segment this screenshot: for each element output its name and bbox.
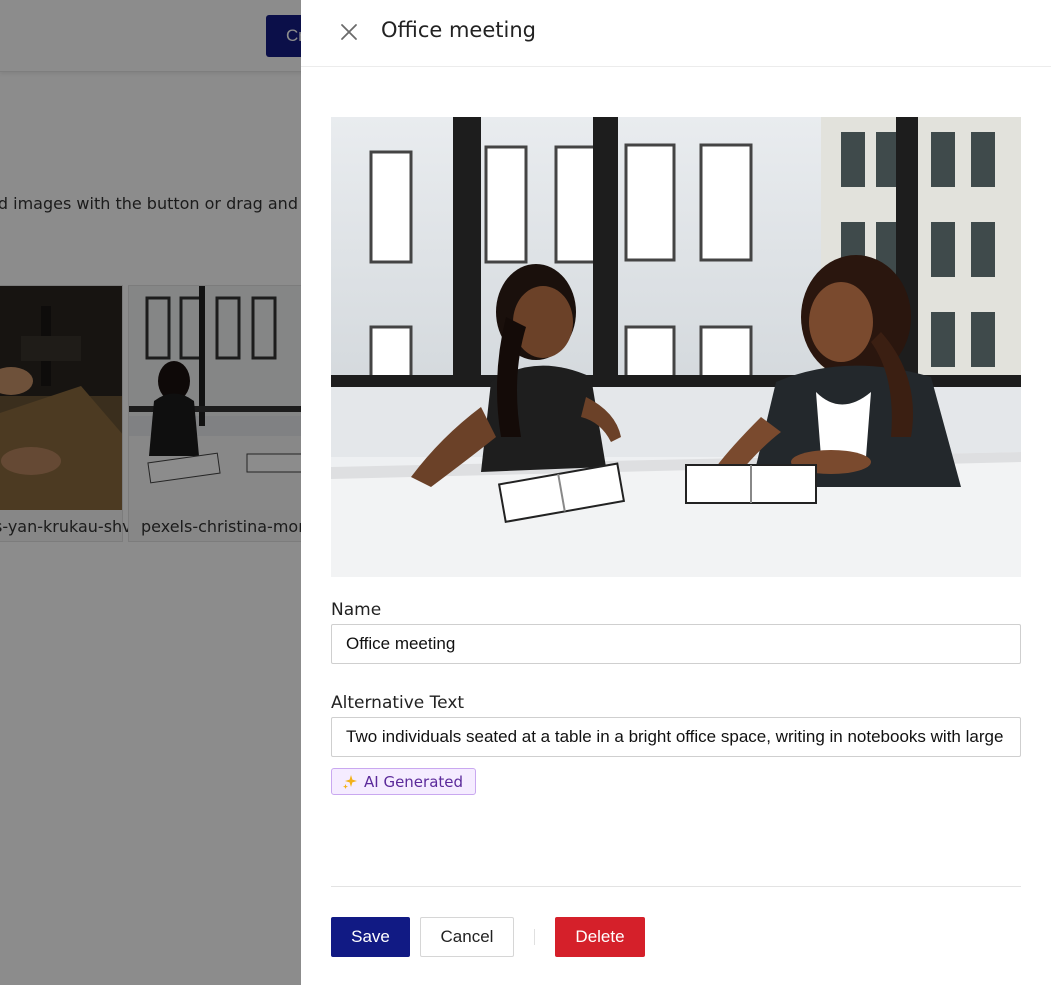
- alt-text-label: Alternative Text: [331, 693, 465, 713]
- close-button[interactable]: [337, 20, 361, 44]
- cancel-button[interactable]: Cancel: [420, 917, 514, 957]
- alt-text-input[interactable]: [331, 717, 1021, 757]
- save-button[interactable]: Save: [331, 917, 410, 957]
- ai-badge-label: AI Generated: [364, 772, 464, 791]
- delete-button[interactable]: Delete: [555, 917, 645, 957]
- name-input[interactable]: [331, 624, 1021, 664]
- close-icon: [341, 24, 357, 40]
- sparkle-icon: [343, 774, 357, 789]
- image-details-drawer: Office meeting Name Office meeting Alter…: [301, 0, 1051, 985]
- image-preview: [331, 117, 1021, 577]
- drawer-title: Office meeting: [381, 18, 536, 42]
- button-separator: [534, 929, 535, 945]
- drawer-header: Office meeting: [301, 0, 1051, 67]
- name-label: Name: [331, 600, 382, 620]
- footer-divider: [331, 886, 1021, 887]
- ai-generated-badge: AI Generated: [331, 768, 477, 795]
